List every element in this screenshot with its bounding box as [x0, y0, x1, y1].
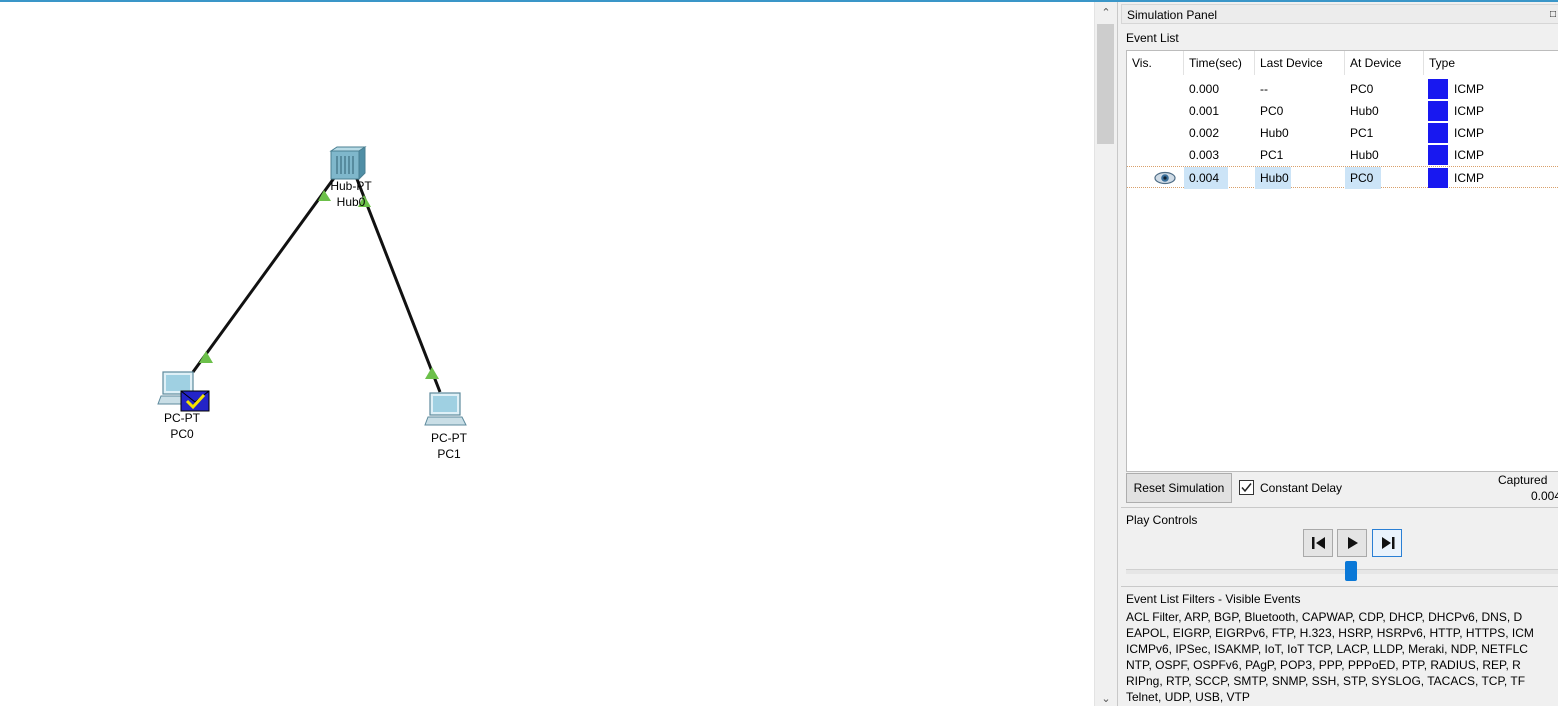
pin-icon[interactable]: □	[1550, 5, 1556, 25]
reset-simulation-button[interactable]: Reset Simulation	[1126, 473, 1232, 503]
device-name: PC0	[170, 427, 194, 441]
table-row[interactable]: 0.000 -- PC0 ICMP	[1127, 78, 1558, 100]
event-time: 0.001	[1189, 104, 1220, 118]
filter-line: EAPOL, EIGRP, EIGRPv6, FTP, H.323, HSRP,…	[1126, 626, 1534, 640]
event-time: 0.004	[1184, 167, 1228, 189]
simulation-speed-slider-track[interactable]	[1126, 569, 1558, 574]
table-row[interactable]: 0.001 PC0 Hub0 ICMP	[1127, 100, 1558, 122]
event-at-device: Hub0	[1350, 148, 1379, 162]
link-status-up-icon	[199, 351, 213, 363]
divider	[1121, 586, 1558, 587]
simulation-panel: Simulation Panel □ Event List Vis. Time(…	[1117, 2, 1558, 706]
filter-line: Telnet, UDP, USB, VTP	[1126, 690, 1250, 704]
event-type: ICMP	[1454, 171, 1484, 185]
event-last-device: PC1	[1260, 148, 1284, 162]
filter-line: ACL Filter, ARP, BGP, Bluetooth, CAPWAP,…	[1126, 610, 1523, 624]
event-type-color-swatch[interactable]	[1428, 79, 1448, 99]
event-list-label: Event List	[1126, 31, 1179, 45]
topology-workspace[interactable]: Hub-PT Hub0 PC-PT PC0 PC-PT PC1	[0, 2, 1094, 706]
panel-title: Simulation Panel	[1127, 8, 1218, 22]
event-type-color-swatch[interactable]	[1428, 145, 1448, 165]
event-at-device: PC1	[1350, 126, 1374, 140]
link-status-up-icon	[425, 367, 439, 379]
step-back-icon	[1312, 537, 1325, 549]
event-time: 0.000	[1189, 82, 1220, 96]
event-at-device: PC0	[1345, 167, 1381, 189]
table-row[interactable]: 0.002 Hub0 PC1 ICMP	[1127, 122, 1558, 144]
filter-line: RIPng, RTP, SCCP, SMTP, SNMP, SSH, STP, …	[1126, 674, 1526, 688]
play-icon	[1348, 537, 1358, 549]
event-type-color-swatch[interactable]	[1428, 123, 1448, 143]
event-type-color-swatch[interactable]	[1428, 101, 1448, 121]
device-name: Hub0	[336, 195, 366, 209]
filter-line: ICMPv6, IPSec, ISAKMP, IoT, IoT TCP, LAC…	[1126, 642, 1528, 656]
table-row[interactable]: 0.003 PC1 Hub0 ICMP	[1127, 144, 1558, 166]
column-header-vis[interactable]: Vis.	[1127, 51, 1184, 75]
constant-delay-label: Constant Delay	[1260, 481, 1343, 495]
topology-canvas[interactable]	[0, 2, 1094, 706]
pc-icon[interactable]	[424, 392, 467, 426]
table-row-selected[interactable]: 0.004 Hub0 PC0 ICMP	[1127, 166, 1558, 189]
simulation-speed-slider-thumb[interactable]	[1345, 561, 1357, 581]
workspace-scrollbar[interactable]: ⌃ ⌄	[1094, 2, 1117, 706]
event-type: ICMP	[1454, 82, 1484, 96]
step-forward-icon	[1382, 537, 1395, 549]
scroll-up-icon[interactable]: ⌃	[1095, 4, 1117, 22]
device-model: Hub-PT	[330, 179, 372, 193]
event-last-device: PC0	[1260, 104, 1284, 118]
event-list-table[interactable]: Vis. Time(sec) Last Device At Device Typ…	[1126, 50, 1558, 472]
play-button[interactable]	[1337, 529, 1367, 557]
column-header-last-device[interactable]: Last Device	[1255, 51, 1345, 75]
column-header-time[interactable]: Time(sec)	[1184, 51, 1255, 75]
device-name: PC1	[437, 447, 461, 461]
event-at-device: PC0	[1350, 82, 1374, 96]
event-at-device: Hub0	[1350, 104, 1379, 118]
event-last-device: --	[1260, 82, 1268, 96]
visible-events-filter-list[interactable]: ACL Filter, ARP, BGP, Bluetooth, CAPWAP,…	[1126, 609, 1558, 706]
hub-icon[interactable]	[329, 146, 367, 181]
event-time: 0.002	[1189, 126, 1220, 140]
divider	[1121, 507, 1558, 508]
event-last-device: Hub0	[1255, 167, 1291, 189]
eye-icon[interactable]	[1153, 168, 1177, 188]
pc0-label: PC-PT PC0	[142, 410, 222, 442]
play-controls-label: Play Controls	[1126, 513, 1198, 527]
panel-title-bar: Simulation Panel □	[1121, 4, 1558, 24]
packet-tracer-window: Hub-PT Hub0 PC-PT PC0 PC-PT PC1 ⌃ ⌄ Simu…	[0, 0, 1558, 706]
scroll-down-icon[interactable]: ⌄	[1095, 690, 1117, 706]
event-type: ICMP	[1454, 104, 1484, 118]
scrollbar-thumb[interactable]	[1097, 24, 1114, 144]
hub0-label: Hub-PT Hub0	[311, 178, 391, 210]
pc1-label: PC-PT PC1	[409, 430, 489, 462]
event-list-filters-label: Event List Filters - Visible Events	[1126, 592, 1301, 606]
event-last-device: Hub0	[1260, 126, 1289, 140]
captured-time-value: 0.004	[1531, 489, 1558, 503]
step-back-button[interactable]	[1303, 529, 1333, 557]
column-header-at-device[interactable]: At Device	[1345, 51, 1424, 75]
device-model: PC-PT	[431, 431, 467, 445]
step-forward-button[interactable]	[1372, 529, 1402, 557]
event-type: ICMP	[1454, 148, 1484, 162]
captured-label: Captured	[1498, 473, 1548, 487]
event-type-color-swatch[interactable]	[1428, 168, 1448, 188]
event-time: 0.003	[1189, 148, 1220, 162]
column-header-type[interactable]: Type	[1424, 51, 1558, 75]
checkbox-checked-icon[interactable]	[1239, 480, 1254, 495]
filter-line: NTP, OSPF, OSPFv6, PAgP, POP3, PPP, PPPo…	[1126, 658, 1521, 672]
device-model: PC-PT	[164, 411, 200, 425]
envelope-check-icon[interactable]	[180, 390, 210, 412]
event-type: ICMP	[1454, 126, 1484, 140]
